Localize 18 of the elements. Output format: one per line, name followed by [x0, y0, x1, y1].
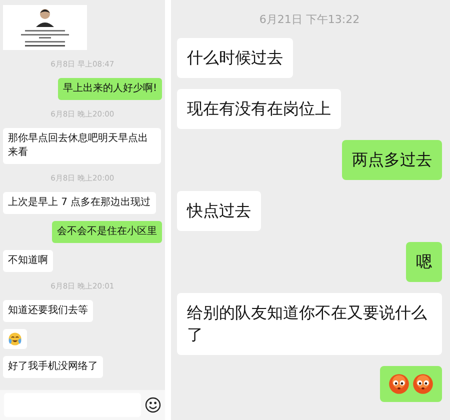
message-bubble: 好了我手机没网络了 — [3, 356, 103, 378]
message-bubble: 会不会不是住在小区里 — [52, 221, 162, 243]
message-bubble: 什么时候过去 — [177, 38, 293, 78]
message-bubble: 那你早点回去休息吧明天早点出来看 — [3, 128, 161, 164]
message-bubble: 上次是早上 7 点多在那边出现过 — [3, 192, 156, 214]
blushing-emoji-icon — [388, 373, 410, 395]
crying-emoji-icon — [8, 332, 22, 346]
message-bubble: 知道还要我们去等 — [3, 300, 93, 322]
emoji-icon[interactable] — [145, 397, 161, 413]
message-bubble: 嗯 — [406, 242, 442, 282]
message-bubble: 两点多过去 — [342, 140, 442, 180]
message-bubble: 现在有没有在岗位上 — [177, 89, 341, 129]
timestamp: 6月21日 下午13:22 — [259, 12, 360, 27]
message-bubble: 快点过去 — [177, 191, 261, 231]
blushing-emoji-icon — [412, 373, 434, 395]
message-bubble: 给别的队友知道你不在又要说什么了 — [177, 293, 442, 355]
message-bubble: 不知道啊 — [3, 250, 53, 272]
message-bubble: 早上出来的人好少啊! — [58, 78, 162, 100]
